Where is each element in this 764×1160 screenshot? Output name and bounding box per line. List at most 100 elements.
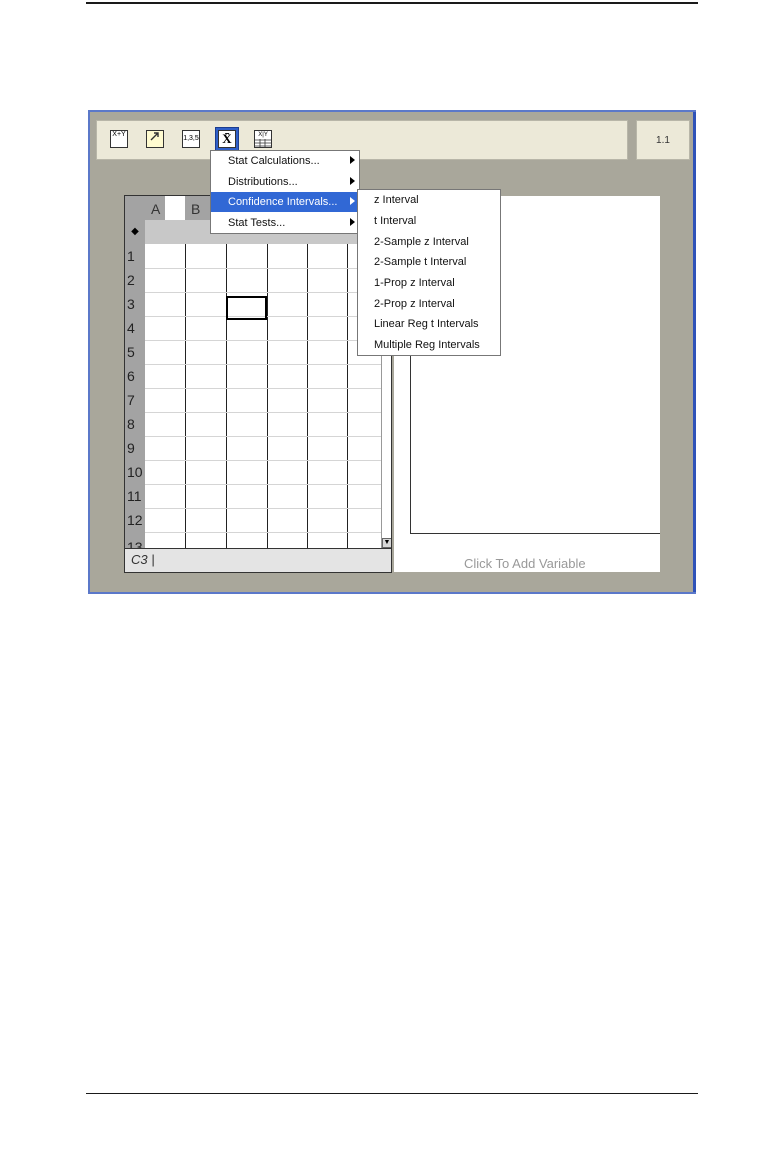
add-variable-text: Click To Add Variable — [464, 556, 586, 571]
row-divider — [145, 484, 381, 485]
row-number-label: 12 — [127, 512, 143, 528]
column-divider — [347, 244, 348, 548]
row-number-label: 6 — [127, 368, 135, 384]
column-header-spacer — [165, 196, 185, 220]
row-number[interactable]: 13 — [125, 532, 145, 548]
submenu-item-z-interval[interactable]: z Interval — [358, 190, 500, 210]
row-divider — [145, 532, 381, 533]
row-number[interactable]: 1 — [125, 244, 145, 268]
menu-item-label: Distributions... — [228, 176, 298, 188]
column-header-a-label: A — [151, 201, 161, 217]
row-divider — [145, 268, 381, 269]
add-variable-label[interactable]: Click To Add Variable — [464, 556, 586, 571]
submenu-item-2-sample-t-interval[interactable]: 2-Sample t Interval — [358, 252, 500, 272]
window-border — [693, 112, 696, 592]
actions-button[interactable]: X+Y — [107, 127, 131, 151]
page-top-rule — [86, 2, 698, 4]
row-number[interactable]: 5 — [125, 340, 145, 364]
row-number-label: 11 — [127, 488, 142, 504]
submenu-item-multiple-reg-intervals[interactable]: Multiple Reg Intervals — [358, 335, 500, 355]
row-number[interactable]: 2 — [125, 268, 145, 292]
column-header-a[interactable]: A — [145, 196, 165, 220]
submenu-item-linear-reg-t-intervals[interactable]: Linear Reg t Intervals — [358, 314, 500, 334]
row-number-label: 7 — [127, 392, 135, 408]
row-divider — [145, 364, 381, 365]
submenu-item-label: z Interval — [374, 194, 419, 206]
submenu-item-2-prop-z-interval[interactable]: 2-Prop z Interval — [358, 294, 500, 314]
row-number[interactable]: 4 — [125, 316, 145, 340]
diamond-icon: ◆ — [131, 226, 139, 237]
row-number-label: 9 — [127, 440, 135, 456]
statistics-icon: X̄ — [218, 130, 236, 148]
selected-cell-c3[interactable] — [226, 296, 267, 320]
submenu-item-t-interval[interactable]: t Interval — [358, 211, 500, 231]
column-divider — [226, 244, 227, 548]
table-button[interactable]: X|Y — [251, 127, 275, 151]
page-indicator-label: 1.1 — [656, 134, 670, 146]
table-icon: X|Y — [254, 130, 272, 148]
submenu-item-label: t Interval — [374, 215, 417, 227]
data-button[interactable]: 1,3,5 — [179, 127, 203, 151]
toolbar: X+Y 1,3,5 X̄ X|Y — [96, 120, 628, 160]
statistics-menu: Stat Calculations... Distributions... Co… — [210, 150, 360, 234]
submenu-item-label: 1-Prop z Interval — [374, 277, 455, 289]
row-number-label: 10 — [127, 464, 143, 480]
submenu-item-2-sample-z-interval[interactable]: 2-Sample z Interval — [358, 232, 500, 252]
row-number[interactable]: 8 — [125, 412, 145, 436]
submenu-item-label: Linear Reg t Intervals — [374, 318, 479, 330]
data-icon-label: 1,3,5 — [183, 135, 199, 142]
column-divider — [185, 244, 186, 548]
row-number-label: 5 — [127, 344, 135, 360]
row-number-label: 8 — [127, 416, 135, 432]
menu-item-label: Stat Tests... — [228, 217, 286, 229]
row-number[interactable]: 7 — [125, 388, 145, 412]
menu-item-stat-tests[interactable]: Stat Tests... — [211, 213, 359, 233]
submenu-item-label: Multiple Reg Intervals — [374, 339, 480, 351]
row-divider — [145, 436, 381, 437]
row-number[interactable]: 10 — [125, 460, 145, 484]
column-header-b-label: B — [191, 201, 201, 217]
confidence-intervals-submenu: z Interval t Interval 2-Sample z Interva… — [357, 189, 501, 356]
submenu-arrow-icon — [350, 218, 355, 226]
cell-entry-text: C3 | — [131, 552, 155, 567]
row-divider — [145, 388, 381, 389]
row-divider — [145, 292, 381, 293]
insert-button[interactable] — [143, 127, 167, 151]
scroll-down-icon[interactable]: ▼ — [382, 538, 391, 548]
row-divider — [145, 460, 381, 461]
spreadsheet: A B ◆ 1 2 3 4 5 6 7 8 9 10 11 12 13 ▼ C3… — [124, 195, 392, 573]
submenu-item-label: 2-Sample z Interval — [374, 236, 469, 248]
row-number-label: 2 — [127, 272, 135, 288]
row-divider — [145, 508, 381, 509]
row-number[interactable]: 6 — [125, 364, 145, 388]
row-number[interactable]: 11 — [125, 484, 145, 508]
menu-item-label: Confidence Intervals... — [228, 196, 338, 208]
actions-icon: X+Y — [110, 130, 128, 148]
page-indicator[interactable]: 1.1 — [636, 120, 690, 160]
cell-entry-line[interactable]: C3 | — [125, 548, 391, 572]
submenu-arrow-icon — [350, 156, 355, 164]
menu-item-label: Stat Calculations... — [228, 155, 320, 167]
column-divider — [267, 244, 268, 548]
submenu-item-label: 2-Sample t Interval — [374, 256, 467, 268]
submenu-arrow-icon — [350, 197, 355, 205]
page-bottom-rule — [86, 1093, 698, 1094]
column-divider — [307, 244, 308, 548]
menu-item-confidence-intervals[interactable]: Confidence Intervals... — [211, 192, 359, 212]
statistics-icon-label: X̄ — [222, 131, 232, 146]
menu-item-stat-calculations[interactable]: Stat Calculations... — [211, 151, 359, 171]
row-number[interactable]: 12 — [125, 508, 145, 532]
row-number-label: 3 — [127, 296, 135, 312]
row-number-label: 1 — [127, 248, 135, 264]
table-icon-label: X|Y — [258, 132, 268, 138]
row-number[interactable]: 3 — [125, 292, 145, 316]
insert-icon — [146, 130, 164, 148]
row-number[interactable]: 9 — [125, 436, 145, 460]
row-divider — [145, 340, 381, 341]
menu-item-distributions[interactable]: Distributions... — [211, 172, 359, 192]
actions-icon-label: X+Y — [112, 131, 126, 138]
submenu-item-1-prop-z-interval[interactable]: 1-Prop z Interval — [358, 273, 500, 293]
submenu-item-label: 2-Prop z Interval — [374, 298, 455, 310]
row-divider — [145, 412, 381, 413]
statistics-button[interactable]: X̄ — [215, 127, 239, 151]
